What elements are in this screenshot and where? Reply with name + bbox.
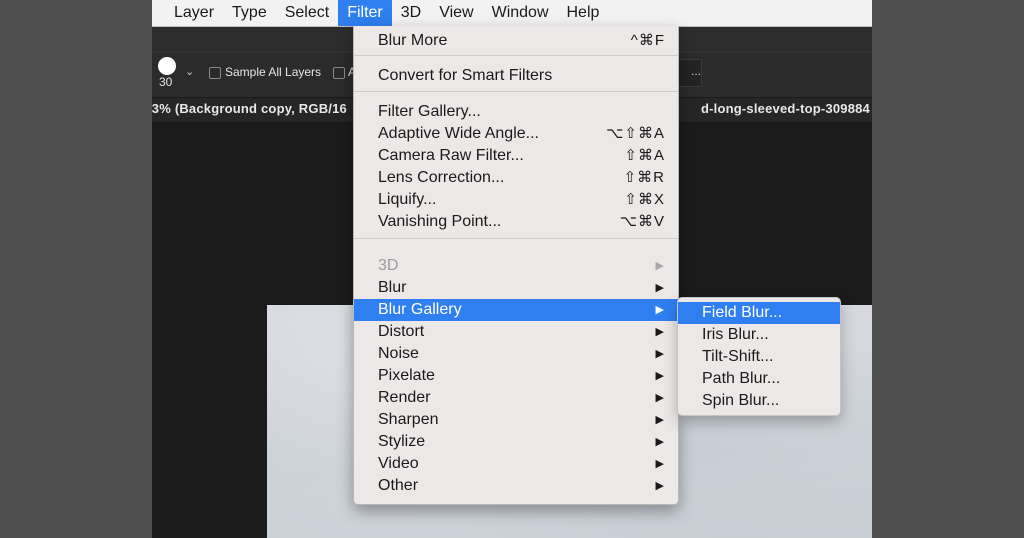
menu-3d[interactable]: 3D [392,0,430,26]
submenu-arrow-icon: ▶ [655,282,664,294]
filter-menu-item-convert-for-smart-filters[interactable]: Convert for Smart Filters [354,65,678,87]
submenu-arrow-icon: ▶ [655,392,664,404]
menu-item-label: Vanishing Point... [378,213,502,230]
submenu-item-label: Spin Blur... [702,392,780,409]
menu-item-label: Blur More [378,32,448,49]
menu-item-label: Camera Raw Filter... [378,147,524,164]
filter-menu: Blur More ^⌘F Convert for Smart Filters Fil… [353,26,679,505]
submenu-arrow-icon: ▶ [655,436,664,448]
filter-menu-item-distort[interactable]: Distort ▶ [354,321,678,343]
chevron-down-icon[interactable]: ⌄ [185,65,194,78]
menu-item-label: Filter Gallery... [378,103,481,120]
submenu-arrow-icon: ▶ [655,348,664,360]
filter-menu-item-blur[interactable]: Blur ▶ [354,277,678,299]
sample-all-layers-label: Sample All Layers [225,65,322,79]
menu-type[interactable]: Type [223,0,276,26]
menu-item-label: Blur Gallery [378,301,462,318]
filter-menu-item-noise[interactable]: Noise ▶ [354,343,678,365]
brush-size: 30 [159,75,173,89]
filter-menu-item-3d: 3D ▶ [354,255,678,277]
sample-all-layers-checkbox[interactable] [209,67,221,79]
filter-menu-item-other[interactable]: Other ▶ [354,475,678,497]
menu-item-label: Sharpen [378,411,439,428]
submenu-arrow-icon: ▶ [655,260,664,272]
menu-window[interactable]: Window [483,0,558,26]
menu-item-label: Stylize [378,433,426,450]
menu-item-label: Adaptive Wide Angle... [378,125,539,142]
menu-item-label: Convert for Smart Filters [378,67,553,84]
blur-gallery-item-field-blur[interactable]: Field Blur... [678,302,840,324]
menu-item-label: Liquify... [378,191,437,208]
document-tab-title-left: .3% (Background copy, RGB/16 [152,101,347,116]
submenu-arrow-icon: ▶ [655,326,664,338]
submenu-arrow-icon: ▶ [655,414,664,426]
filter-menu-item-blur-more[interactable]: Blur More ^⌘F [354,30,678,52]
menu-view[interactable]: View [430,0,482,26]
blur-gallery-item-spin-blur[interactable]: Spin Blur... [678,390,840,412]
menu-item-label: Render [378,389,431,406]
filter-menu-item-pixelate[interactable]: Pixelate ▶ [354,365,678,387]
photoshop-window: Layer Type Select Filter 3D View Window … [152,0,872,538]
menu-item-shortcut: ⌥⌘V [619,213,665,230]
menu-separator [354,91,678,92]
submenu-item-label: Tilt-Shift... [702,348,774,365]
submenu-item-label: Path Blur... [702,370,781,387]
blur-gallery-item-iris-blur[interactable]: Iris Blur... [678,324,840,346]
submenu-arrow-icon: ▶ [655,304,664,316]
menu-help[interactable]: Help [558,0,609,26]
filter-menu-item-stylize[interactable]: Stylize ▶ [354,431,678,453]
filter-menu-item-sharpen[interactable]: Sharpen ▶ [354,409,678,431]
submenu-arrow-icon: ▶ [655,480,664,492]
blur-gallery-submenu: Field Blur... Iris Blur... Tilt-Shift... Pa… [677,297,841,416]
menu-filter[interactable]: Filter [338,0,392,26]
menu-select[interactable]: Select [276,0,338,26]
filter-menu-item-render[interactable]: Render ▶ [354,387,678,409]
submenu-item-label: Iris Blur... [702,326,769,343]
menu-separator [354,238,678,239]
menu-item-label: Lens Correction... [378,169,505,186]
filter-menu-item-vanishing-point[interactable]: Vanishing Point... ⌥⌘V [354,211,678,233]
menu-item-label: Blur [378,279,407,296]
menu-item-label: Other [378,477,419,494]
menu-item-label: Noise [378,345,419,362]
option-checkbox[interactable] [333,67,345,79]
submenu-arrow-icon: ▶ [655,458,664,470]
brush-preset-icon[interactable] [158,57,176,75]
submenu-item-label: Field Blur... [702,304,783,321]
filter-menu-item-liquify[interactable]: Liquify... ⇧⌘X [354,189,678,211]
document-tab-title-right: d-long-sleeved-top-309884 [701,101,870,116]
filter-menu-item-lens-correction[interactable]: Lens Correction... ⇧⌘R [354,167,678,189]
menu-item-shortcut: ⌥⇧⌘A [606,125,665,142]
menu-item-shortcut: ^⌘F [630,32,665,49]
filter-menu-item-blur-gallery[interactable]: Blur Gallery ▶ [354,299,678,321]
menu-item-label: 3D [378,257,399,274]
menu-layer[interactable]: Layer [165,0,223,26]
filter-menu-item-camera-raw-filter[interactable]: Camera Raw Filter... ⇧⌘A [354,145,678,167]
filter-menu-item-adaptive-wide-angle[interactable]: Adaptive Wide Angle... ⌥⇧⌘A [354,123,678,145]
menu-item-label: Video [378,455,419,472]
blur-gallery-item-path-blur[interactable]: Path Blur... [678,368,840,390]
blur-gallery-item-tilt-shift[interactable]: Tilt-Shift... [678,346,840,368]
menu-item-shortcut: ⇧⌘R [623,169,665,186]
menu-item-shortcut: ⇧⌘X [624,191,665,208]
filter-menu-item-filter-gallery[interactable]: Filter Gallery... [354,101,678,123]
submenu-arrow-icon: ▶ [655,370,664,382]
menu-separator [354,55,678,56]
menu-item-label: Distort [378,323,425,340]
menu-bar: Layer Type Select Filter 3D View Window … [152,0,872,27]
filter-menu-item-video[interactable]: Video ▶ [354,453,678,475]
menu-item-shortcut: ⇧⌘A [624,147,665,164]
menu-item-label: Pixelate [378,367,435,384]
